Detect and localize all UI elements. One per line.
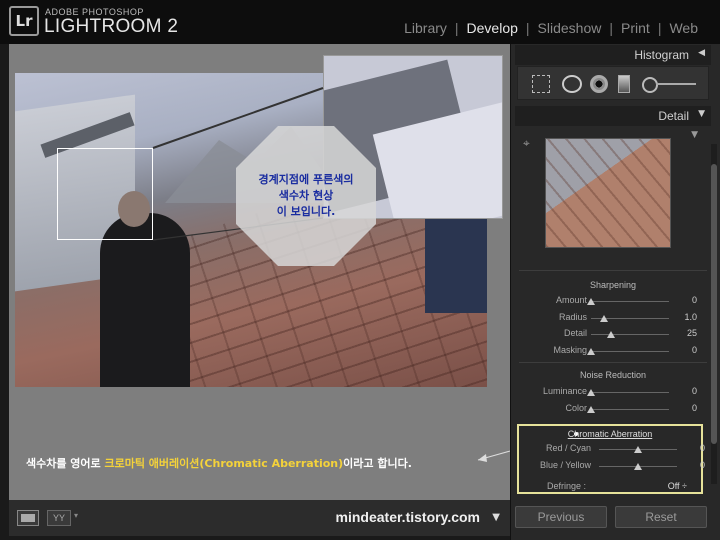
defringe-label: Defringe : (547, 481, 587, 491)
slider-value[interactable]: 25 (687, 328, 697, 338)
preview-toggle-icon[interactable]: ▼ (691, 130, 698, 140)
detail-title: Detail (658, 109, 689, 123)
histogram-header[interactable]: Histogram ◀ (515, 45, 711, 65)
slider-value[interactable]: 0 (692, 295, 697, 305)
top-bar: Lr ADOBE PHOTOSHOP LIGHTROOM 2 Library | … (0, 0, 720, 44)
module-develop[interactable]: Develop (465, 20, 520, 36)
chromatic-aberration-title: Chromatic Aberration (567, 429, 653, 439)
slider-track[interactable] (599, 446, 677, 453)
slider-thumb[interactable] (634, 462, 642, 470)
module-separator: | (525, 20, 530, 36)
slider-label: Red / Cyan (545, 443, 591, 453)
slider-value[interactable]: 0 (700, 460, 705, 470)
slider-row: Amount 0 (515, 295, 711, 309)
slider-label: Blue / Yellow (539, 459, 591, 470)
slider-value[interactable]: 0 (692, 403, 697, 413)
slider-value[interactable]: 0 (700, 443, 705, 453)
zoom-selection-box (57, 148, 153, 240)
spot-removal-icon[interactable] (562, 75, 582, 93)
module-separator: | (609, 20, 614, 36)
module-web[interactable]: Web (667, 20, 700, 36)
slider-track[interactable] (599, 462, 677, 470)
slider-row: Blue / Yellow 0 (523, 460, 719, 474)
callout-text: 경계지점에 푸른색의 색수차 현상 이 보입니다. (258, 173, 354, 218)
develop-panel: Histogram ◀ Detail ▼ ⌖ ▼ Sharpening Amou… (510, 44, 720, 540)
slider-label: Detail (563, 328, 587, 338)
divider (519, 362, 707, 363)
slider-thumb[interactable] (587, 405, 595, 413)
toolbar-menu-chevron-icon[interactable]: ▼ (492, 512, 500, 523)
slider-row: Color 0 (515, 403, 711, 417)
crop-tool-icon[interactable] (532, 75, 550, 93)
target-icon[interactable]: ⌖ (523, 136, 530, 151)
brand-title: LIGHTROOM 2 (44, 16, 179, 37)
slider-track[interactable] (587, 405, 669, 413)
detail-preview (545, 138, 671, 248)
graduated-filter-icon[interactable] (618, 75, 630, 93)
module-slideshow[interactable]: Slideshow (536, 20, 604, 36)
annotation-caption: 색수차를 영어로 크로마틱 애버레이션(Chromatic Aberration… (26, 455, 412, 471)
slider-row: Red / Cyan 0 (523, 443, 719, 457)
watermark-site: mindeater.tistory.com (335, 509, 480, 525)
bottom-toolbar: YY ▾ mindeater.tistory.com ▼ (9, 500, 510, 536)
slider-thumb[interactable] (587, 347, 595, 355)
defringe-select[interactable]: Off ÷ (668, 481, 687, 491)
slider-value[interactable]: 1.0 (684, 312, 697, 322)
slider-thumb[interactable] (634, 446, 642, 453)
divider (519, 270, 707, 271)
slider-thumb[interactable] (606, 331, 615, 338)
detail-header[interactable]: Detail ▼ (515, 106, 711, 126)
collapse-down-icon[interactable]: ▼ (698, 109, 705, 119)
chevron-down-icon[interactable]: ▾ (74, 511, 78, 520)
slider-thumb[interactable] (587, 389, 595, 396)
slider-thumb[interactable] (587, 298, 595, 305)
tool-strip (517, 66, 709, 100)
module-print[interactable]: Print (619, 20, 652, 36)
slider-value[interactable]: 0 (692, 386, 697, 396)
module-separator: | (454, 20, 459, 36)
caption-highlight: 크로마틱 애버레이션(Chromatic Aberration) (104, 457, 344, 470)
slider-track[interactable] (587, 389, 669, 396)
red-eye-icon[interactable] (590, 75, 608, 93)
slider-row: Luminance 0 (515, 386, 711, 400)
slider-row: Masking 0 (515, 345, 711, 359)
slider-row: Radius 1.0 (515, 312, 711, 326)
slider-track[interactable] (587, 347, 669, 355)
previous-button[interactable]: Previous (515, 506, 607, 528)
slider-track[interactable] (591, 331, 669, 338)
caption-text-end: 이라고 합니다. (343, 457, 412, 470)
before-after-button[interactable]: YY (47, 510, 71, 526)
slider-label: Color (565, 402, 587, 413)
slider-row: Detail 25 (515, 328, 711, 342)
reset-button[interactable]: Reset (615, 506, 707, 528)
loupe-view-button[interactable] (17, 510, 39, 526)
slider-label: Radius (558, 311, 587, 322)
panel-scrollbar[interactable] (711, 144, 717, 484)
slider-label: Amount (555, 295, 587, 305)
slider-track[interactable] (591, 314, 669, 322)
collapse-left-icon[interactable]: ◀ (698, 48, 705, 58)
caption-text: 색수차를 영어로 (26, 457, 105, 470)
adjustment-brush-icon[interactable] (642, 75, 698, 93)
chromatic-aberration-section: Chromatic Aberration Red / Cyan 0 Blue / Y… (517, 424, 705, 494)
module-picker: Library | Develop | Slideshow | Print | Web (402, 20, 700, 36)
lightroom-logo: Lr (9, 6, 39, 36)
slider-track[interactable] (587, 298, 669, 305)
slider-label: Luminance (542, 386, 587, 396)
module-library[interactable]: Library (402, 20, 449, 36)
sharpening-title: Sharpening (589, 280, 637, 290)
panel-buttons: Previous Reset (515, 506, 711, 528)
histogram-title: Histogram (634, 48, 689, 62)
slider-label: Masking (553, 344, 587, 355)
callout-bubble: 경계지점에 푸른색의 색수차 현상 이 보입니다. (236, 126, 376, 266)
slider-thumb[interactable] (600, 314, 609, 322)
noise-reduction-title: Noise Reduction (579, 370, 647, 380)
slider-value[interactable]: 0 (692, 345, 697, 355)
module-separator: | (657, 20, 662, 36)
scrollbar-thumb[interactable] (711, 164, 717, 444)
